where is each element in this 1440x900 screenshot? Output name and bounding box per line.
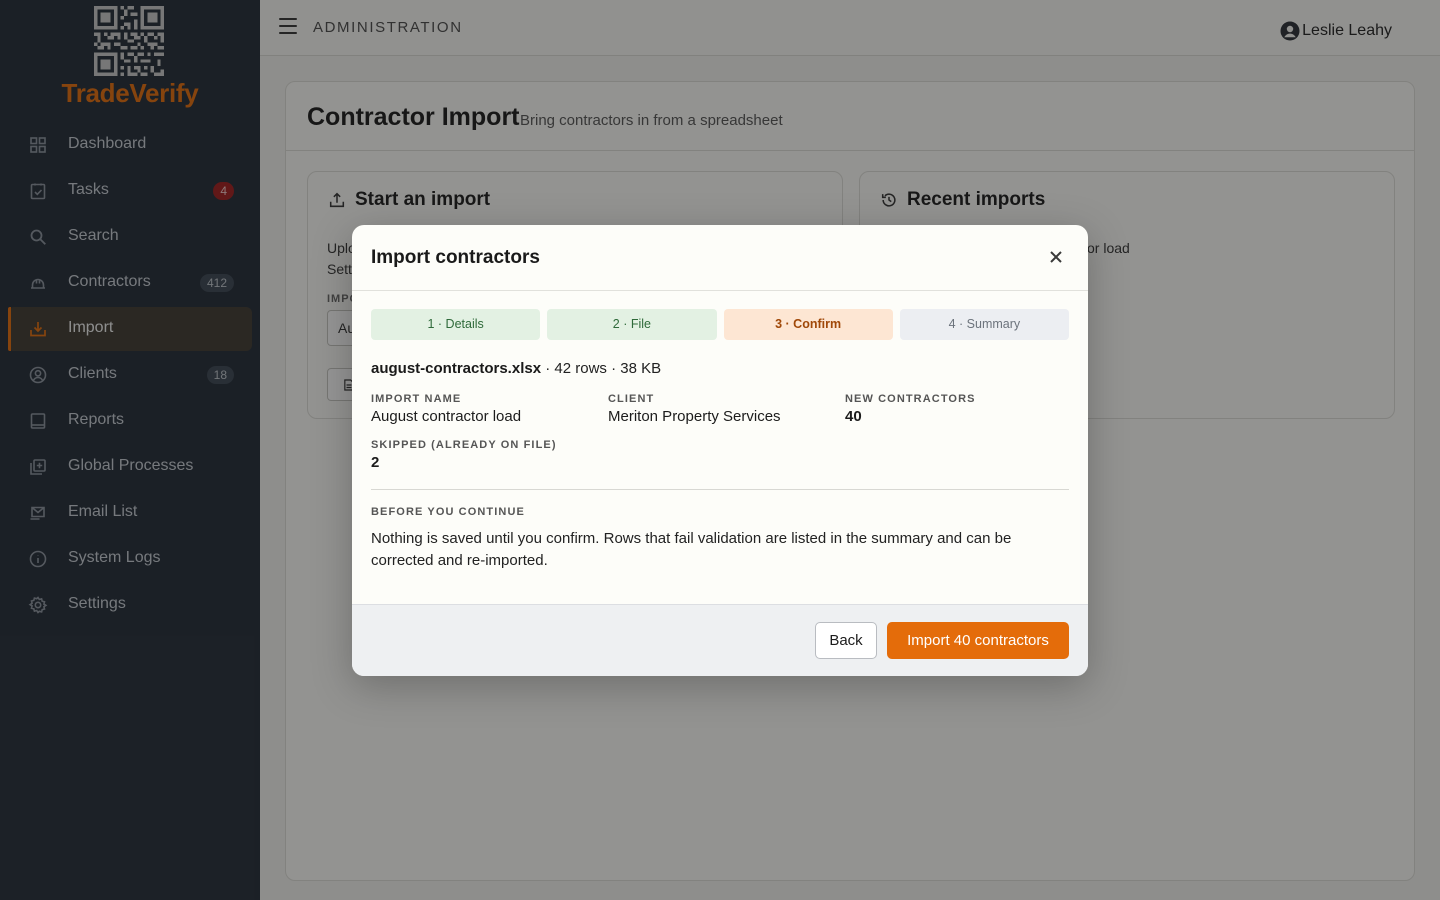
step-details[interactable]: 1 · Details	[371, 309, 541, 340]
import-name-field: IMPORT NAME August contractor load	[371, 393, 522, 425]
import-contractors-dialog: Import contractors 1 · Details 2 · File …	[352, 225, 1088, 676]
skipped-value: 2	[371, 454, 380, 471]
divider	[371, 489, 1069, 490]
skipped-field: SKIPPED (ALREADY ON FILE) 2	[371, 439, 557, 471]
file-info: august-contractors.xlsx · 42 rows · 38 K…	[371, 360, 661, 377]
step-summary: 4 · Summary	[899, 309, 1069, 340]
wizard-steps: 1 · Details 2 · File 3 · Confirm 4 · Sum…	[371, 309, 1069, 340]
file-meta: · 42 rows · 38 KB	[541, 360, 662, 377]
back-button[interactable]: Back	[815, 622, 877, 659]
client-field: CLIENT Meriton Property Services	[608, 393, 781, 425]
dialog-title: Import contractors	[371, 247, 540, 268]
import-contractors-button[interactable]: Import 40 contractors	[887, 622, 1069, 659]
file-name: august-contractors.xlsx	[371, 360, 542, 377]
new-contractors-value: 40	[845, 408, 862, 425]
dialog-footer: Back Import 40 contractors	[352, 604, 1088, 676]
note-text: Nothing is saved until you confirm. Rows…	[371, 530, 1012, 569]
note-heading: BEFORE YOU CONTINUE	[371, 506, 525, 518]
dialog-header: Import contractors	[352, 225, 1088, 291]
step-file[interactable]: 2 · File	[547, 309, 717, 340]
step-confirm: 3 · Confirm	[723, 309, 893, 340]
import-name-value: August contractor load	[371, 408, 522, 425]
new-contractors-field: NEW CONTRACTORS 40	[845, 393, 976, 425]
close-icon[interactable]	[1046, 247, 1066, 267]
client-value: Meriton Property Services	[608, 408, 781, 425]
